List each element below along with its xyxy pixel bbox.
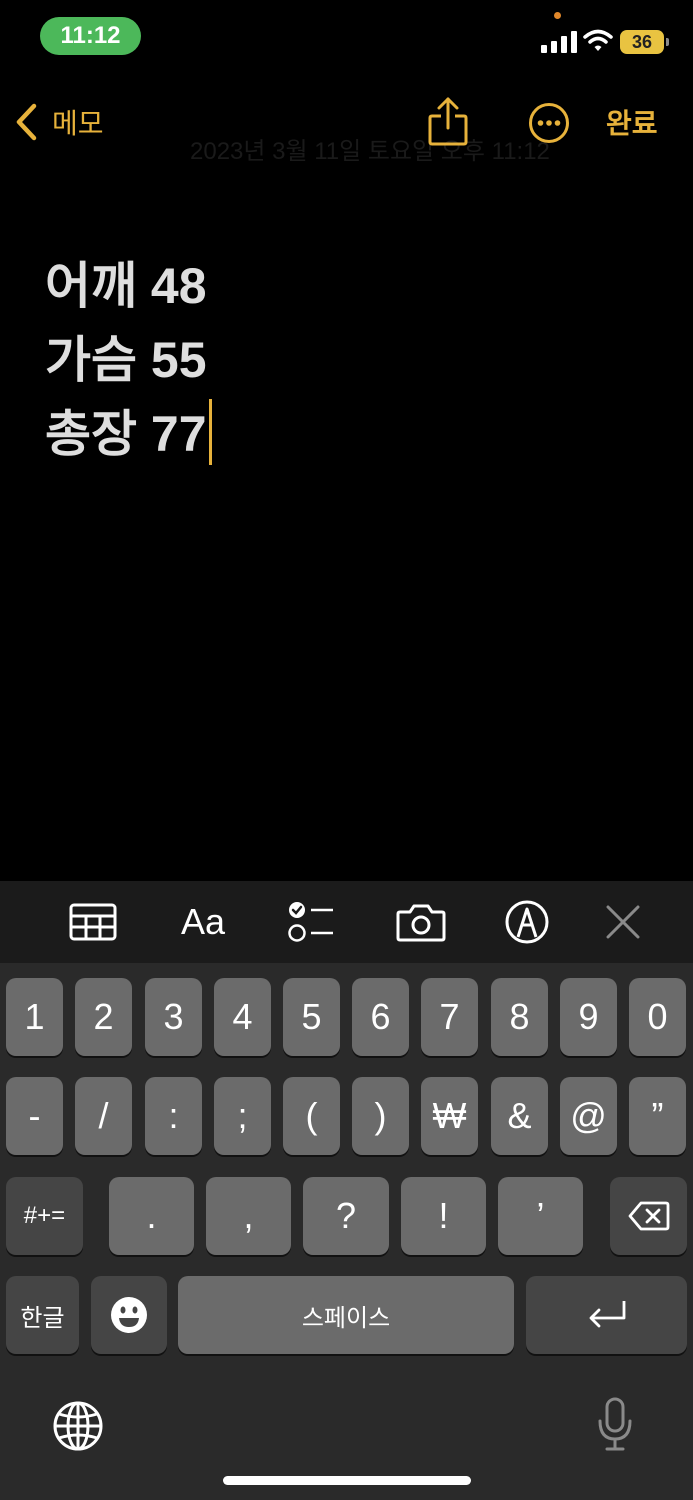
close-icon[interactable] [604, 899, 642, 945]
key-open-paren[interactable]: ( [283, 1077, 340, 1155]
numeric-keyboard: 1 2 3 4 5 6 7 8 9 0 - / : ; ( ) ₩ & @ ” … [0, 963, 693, 1500]
note-line-text: 총장 77 [45, 406, 207, 462]
key-semicolon[interactable]: ; [214, 1077, 271, 1155]
text-caret [208, 399, 212, 465]
key-1[interactable]: 1 [6, 978, 63, 1056]
table-icon[interactable] [69, 899, 117, 945]
more-options-icon[interactable] [528, 102, 570, 144]
backspace-key[interactable] [610, 1177, 687, 1255]
key-colon[interactable]: : [145, 1077, 202, 1155]
key-close-paren[interactable]: ) [352, 1077, 409, 1155]
return-icon [589, 1301, 625, 1328]
status-time: 11:12 [40, 17, 141, 55]
key-3[interactable]: 3 [145, 978, 202, 1056]
key-won[interactable]: ₩ [421, 1077, 478, 1155]
key-hyphen[interactable]: - [6, 1077, 63, 1155]
camera-indicator-dot [554, 12, 561, 19]
done-button[interactable]: 완료 [606, 102, 658, 142]
key-exclamation[interactable]: ! [401, 1177, 486, 1255]
key-0[interactable]: 0 [629, 978, 686, 1056]
key-8[interactable]: 8 [491, 978, 548, 1056]
key-at[interactable]: @ [560, 1077, 617, 1155]
markup-icon[interactable] [504, 899, 550, 945]
key-5[interactable]: 5 [283, 978, 340, 1056]
emoji-key[interactable] [91, 1276, 167, 1354]
key-period[interactable]: . [109, 1177, 194, 1255]
note-line: 어깨 48 [45, 258, 207, 314]
note-line-with-caret: 총장 77 [45, 397, 665, 471]
back-button-label: 메모 [52, 108, 104, 139]
note-date-faded: 2023년 3월 11일 토요일 오후 11:12 [190, 138, 550, 165]
key-slash[interactable]: / [75, 1077, 132, 1155]
share-icon[interactable] [427, 96, 469, 148]
camera-icon[interactable] [396, 899, 446, 945]
note-editor[interactable]: 어깨 48 가슴 55 총장 77 [45, 249, 665, 471]
chevron-left-icon [16, 103, 37, 141]
key-comma[interactable]: , [206, 1177, 291, 1255]
key-ampersand[interactable]: & [491, 1077, 548, 1155]
key-7[interactable]: 7 [421, 978, 478, 1056]
key-quote[interactable]: ” [629, 1077, 686, 1155]
key-apostrophe[interactable]: ’ [498, 1177, 583, 1255]
symbols-key[interactable]: #+= [6, 1177, 83, 1255]
language-key[interactable]: 한글 [6, 1276, 79, 1354]
backspace-icon [628, 1201, 669, 1231]
wifi-icon [583, 29, 613, 51]
key-2[interactable]: 2 [75, 978, 132, 1056]
return-key[interactable] [526, 1276, 687, 1354]
key-4[interactable]: 4 [214, 978, 271, 1056]
microphone-icon[interactable] [596, 1397, 634, 1453]
globe-icon[interactable] [52, 1400, 104, 1452]
home-indicator[interactable] [223, 1476, 471, 1485]
key-question[interactable]: ? [303, 1177, 389, 1255]
back-button[interactable]: 메모 [14, 102, 104, 142]
text-format-button[interactable]: Aa [178, 899, 228, 945]
key-9[interactable]: 9 [560, 978, 617, 1056]
format-toolbar: Aa [0, 881, 693, 963]
note-line: 가슴 55 [45, 332, 207, 388]
key-6[interactable]: 6 [352, 978, 409, 1056]
space-key[interactable]: 스페이스 [178, 1276, 514, 1354]
cellular-signal-icon [541, 31, 577, 53]
emoji-icon [111, 1297, 147, 1333]
battery-indicator: 36 [620, 30, 669, 54]
checklist-icon[interactable] [287, 899, 335, 945]
